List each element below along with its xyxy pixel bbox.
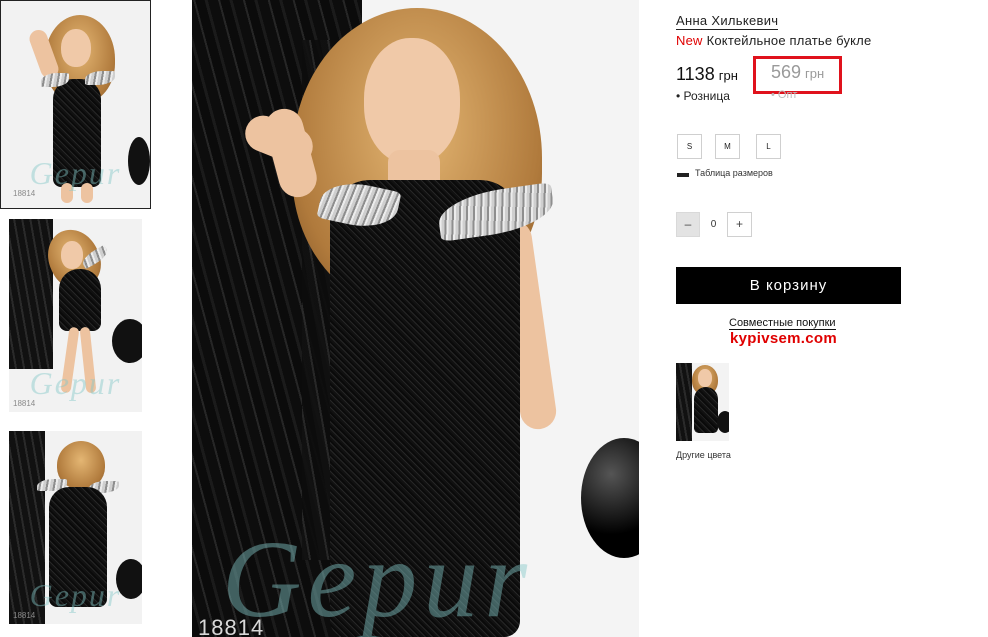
quantity-decrease-button[interactable]: – <box>676 212 700 237</box>
add-to-cart-button[interactable]: В корзину <box>676 267 901 304</box>
watermark: Gepur <box>29 365 122 401</box>
watermark: Gepur <box>222 518 534 637</box>
watermark: Gepur <box>29 155 122 191</box>
quantity-input[interactable]: 0 <box>700 212 727 237</box>
gallery-thumbnail-3[interactable]: Gepur 18814 <box>9 431 142 624</box>
retail-price-currency: грн <box>718 68 738 83</box>
retail-price: 1138 грн <box>676 64 738 85</box>
thumbnail-code: 18814 <box>13 189 36 198</box>
thumbnail-code: 18814 <box>13 399 36 408</box>
size-table-label: Таблица размеров <box>695 168 773 178</box>
ruler-icon <box>677 170 689 177</box>
gallery-thumbnail-1[interactable]: Gepur 18814 <box>0 0 151 209</box>
product-title: New Коктейльное платье букле <box>676 33 871 48</box>
joint-purchases-link[interactable]: Совместные покупки <box>729 317 836 330</box>
other-color-thumbnail[interactable] <box>676 363 729 441</box>
wholesale-price: 569 грн <box>771 62 824 83</box>
watermark: Gepur <box>29 577 122 613</box>
other-colors-label: Другие цвета <box>676 450 731 460</box>
wholesale-price-label: • Опт <box>771 89 798 101</box>
quantity-increase-button[interactable]: + <box>727 212 752 237</box>
designer-link[interactable]: Анна Хилькевич <box>676 13 779 30</box>
size-option-s[interactable]: S <box>677 134 702 159</box>
retail-price-label: • Розница <box>676 89 730 103</box>
product-code: 18814 <box>198 615 265 637</box>
size-table-link[interactable]: Таблица размеров <box>677 168 773 178</box>
thumbnail-photo: Gepur 18814 <box>9 219 142 412</box>
partner-site-logo[interactable]: kypivsem.com <box>730 330 837 347</box>
thumbnail-photo: Gepur 18814 <box>9 431 142 624</box>
main-product-image[interactable]: Gepur 18814 <box>192 0 639 637</box>
retail-price-value: 1138 <box>676 64 715 84</box>
thumbnail-photo: Gepur 18814 <box>9 7 150 203</box>
size-option-m[interactable]: M <box>715 134 740 159</box>
thumbnail-code: 18814 <box>13 611 36 620</box>
size-option-l[interactable]: L <box>756 134 781 159</box>
product-page: Gepur 18814 Gepur 18814 Gepur 18814 Gepu… <box>0 0 988 637</box>
new-badge: New <box>676 33 703 48</box>
product-title-text: Коктейльное платье букле <box>706 33 872 48</box>
gallery-thumbnail-2[interactable]: Gepur 18814 <box>9 219 142 412</box>
wholesale-price-value: 569 <box>771 62 802 82</box>
wholesale-price-currency: грн <box>805 66 825 81</box>
